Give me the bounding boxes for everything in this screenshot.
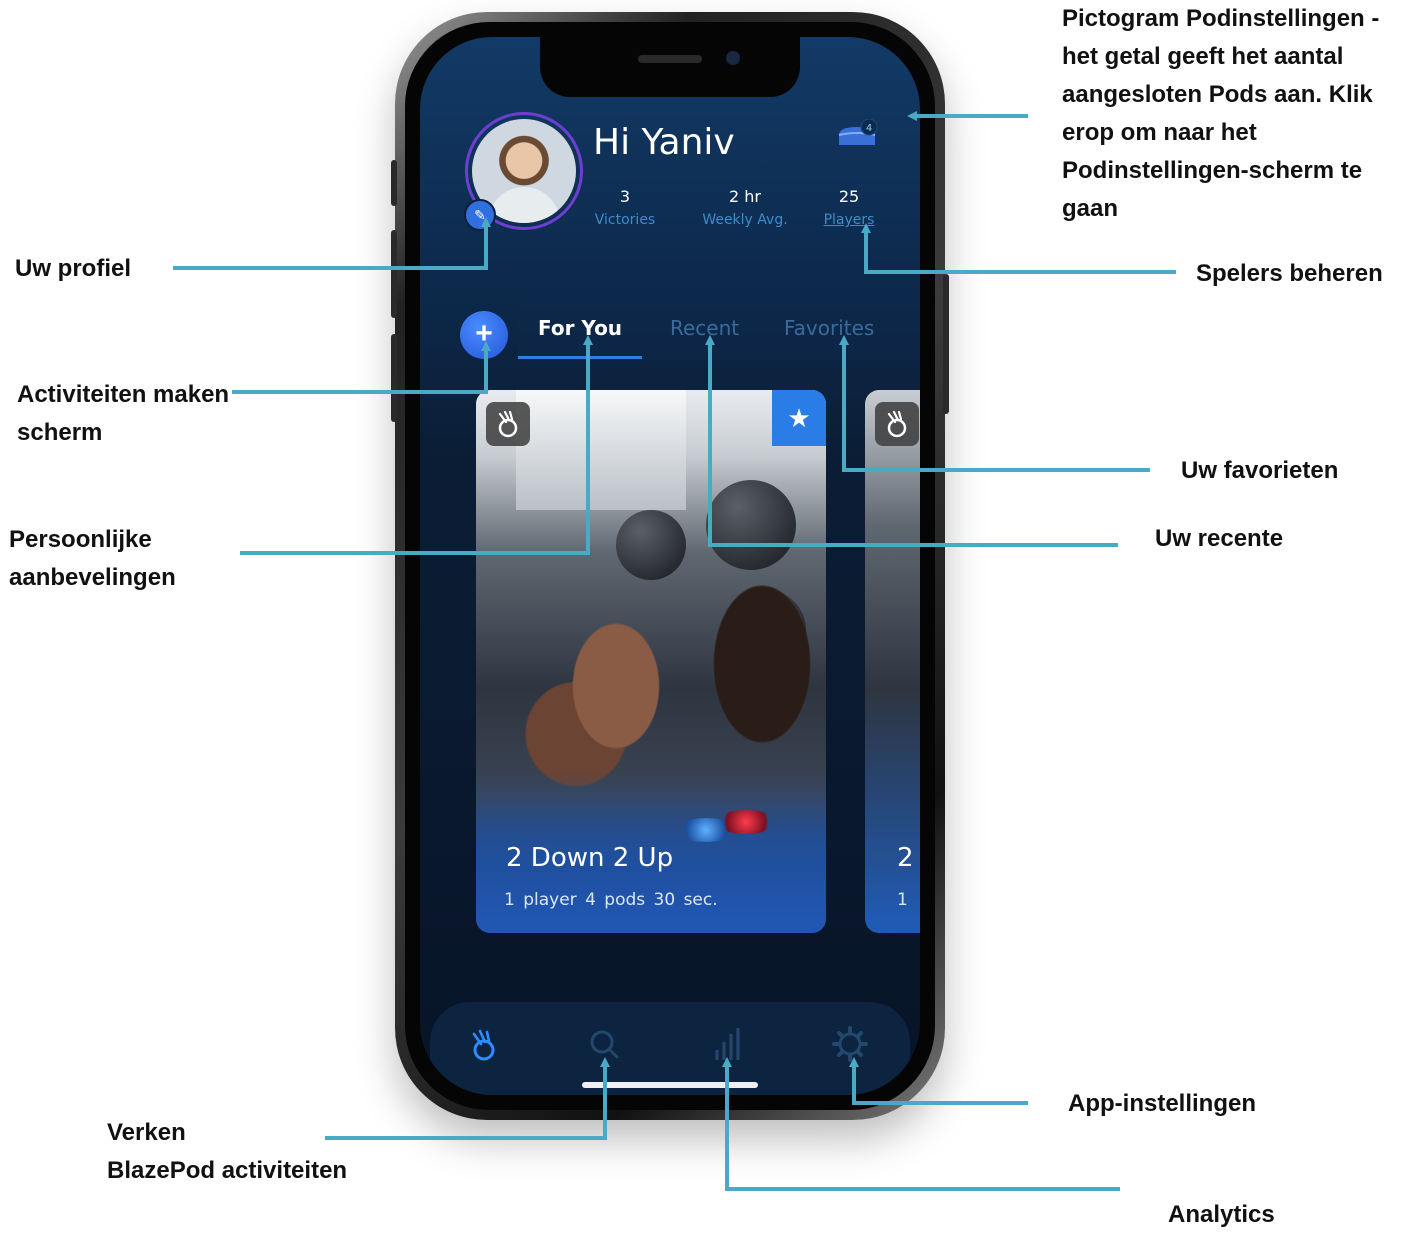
app-screen: ✎ Hi Yaniv 3 Victories 2 hr Weekly Avg. … bbox=[420, 37, 920, 1095]
annotation-profile: Uw profiel bbox=[15, 255, 132, 282]
tab-for-you[interactable]: For You bbox=[538, 316, 622, 340]
annotation-pod-settings: Pictogram Podinstellingen - het getal ge… bbox=[1062, 5, 1380, 222]
stat-weekly-avg: 2 hr Weekly Avg. bbox=[690, 187, 800, 228]
analytics-icon[interactable] bbox=[705, 1022, 749, 1066]
annotation-analytics: Analytics bbox=[1168, 1201, 1275, 1228]
pod-light-red bbox=[716, 810, 776, 834]
blazepod-icon bbox=[875, 402, 919, 446]
create-activity-button[interactable]: + bbox=[460, 311, 508, 359]
tab-favorites[interactable]: Favorites bbox=[784, 316, 874, 340]
stat-value: 2 hr bbox=[729, 187, 761, 206]
phone-frame: ✎ Hi Yaniv 3 Victories 2 hr Weekly Avg. … bbox=[391, 12, 949, 1120]
annotation-explore: Verken BlazePod activiteiten bbox=[107, 1119, 348, 1184]
annotation-recommendations: Persoonlijke aanbevelingen bbox=[9, 526, 176, 591]
pod-settings-icon[interactable]: 4 bbox=[835, 118, 879, 149]
activity-card-next[interactable]: 2 1 bbox=[865, 390, 920, 933]
settings-gear-icon[interactable] bbox=[828, 1022, 872, 1066]
edit-profile-icon[interactable]: ✎ bbox=[464, 199, 496, 231]
stat-value: 25 bbox=[838, 187, 860, 206]
star-icon[interactable]: ★ bbox=[772, 390, 826, 446]
activity-card[interactable]: ★ 2 Down 2 Up 1 player 4 pods 30 sec. bbox=[476, 390, 826, 933]
card-meta: 1 bbox=[897, 890, 908, 910]
home-indicator bbox=[582, 1082, 758, 1088]
annotation-recent: Uw recente bbox=[1155, 525, 1284, 552]
pod-count: 4 bbox=[866, 123, 872, 134]
annotation-app-settings: App-instellingen bbox=[1068, 1090, 1256, 1117]
stat-label: Weekly Avg. bbox=[702, 212, 788, 228]
annotation-create-activities: Activiteiten maken scherm bbox=[17, 381, 230, 446]
stat-players[interactable]: 25 Players bbox=[794, 187, 904, 228]
tab-bar: For You Recent Favorites bbox=[518, 302, 920, 360]
power-button bbox=[943, 274, 949, 414]
greeting-title: Hi Yaniv bbox=[593, 122, 735, 163]
speaker bbox=[638, 55, 702, 63]
search-icon[interactable] bbox=[582, 1022, 626, 1066]
silent-switch bbox=[391, 160, 397, 206]
notch bbox=[540, 37, 800, 97]
card-meta: 1 player 4 pods 30 sec. bbox=[504, 890, 718, 910]
tab-recent[interactable]: Recent bbox=[670, 316, 739, 340]
stat-value: 3 bbox=[619, 187, 631, 206]
front-camera bbox=[726, 51, 740, 65]
card-title: 2 bbox=[897, 843, 914, 873]
blazepod-icon bbox=[486, 402, 530, 446]
annotation-favorites: Uw favorieten bbox=[1181, 457, 1339, 484]
blazepod-icon[interactable] bbox=[462, 1022, 506, 1066]
stat-victories: 3 Victories bbox=[570, 187, 680, 228]
active-tab-indicator bbox=[518, 356, 642, 359]
card-title: 2 Down 2 Up bbox=[506, 843, 674, 873]
annotation-manage-players: Spelers beheren bbox=[1196, 260, 1383, 287]
players-link[interactable]: Players bbox=[794, 212, 904, 228]
volume-down-button bbox=[391, 334, 397, 422]
volume-up-button bbox=[391, 230, 397, 318]
stat-label: Victories bbox=[594, 212, 656, 228]
